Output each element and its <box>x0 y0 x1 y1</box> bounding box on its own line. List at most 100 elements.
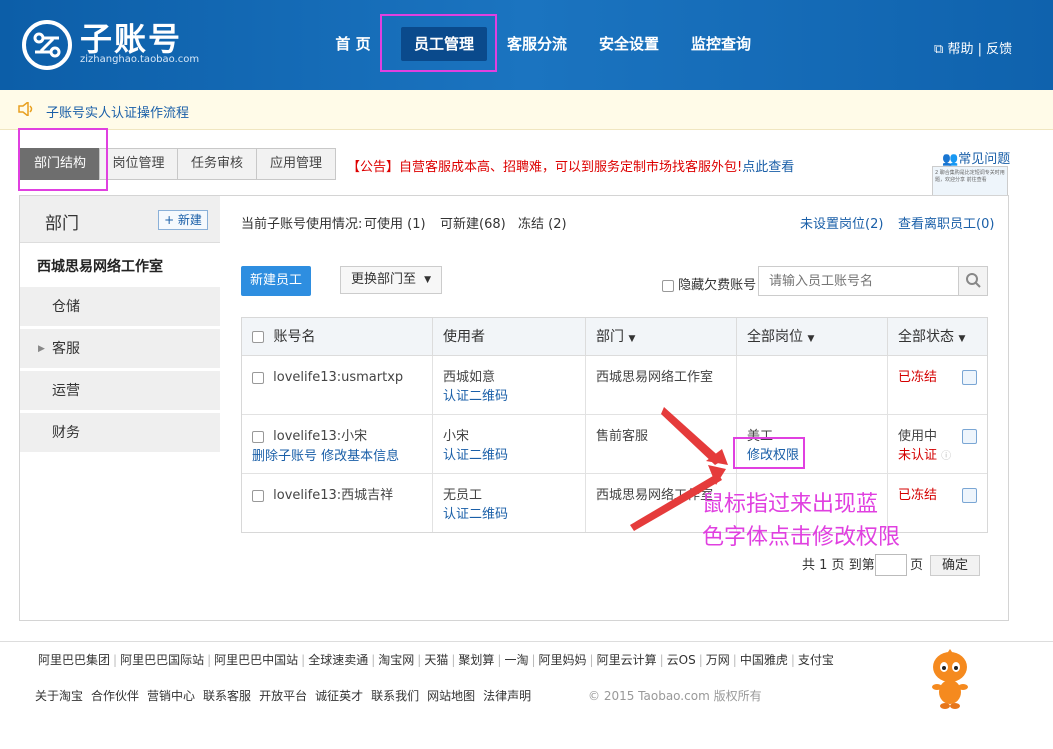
help-link[interactable]: 帮助 <box>947 42 973 57</box>
speaker-icon <box>18 102 33 116</box>
footer-link[interactable]: 中国雅虎 <box>737 653 791 667</box>
department-item-label: 客服 <box>52 341 80 357</box>
department-item-customer-service[interactable]: ▶ 客服 <box>20 329 220 369</box>
nav-home[interactable]: 首 页 <box>326 27 380 61</box>
footer-link[interactable]: 网站地图 <box>427 689 483 703</box>
cell-account: lovelife13:usmartxp <box>242 356 433 414</box>
caret-down-icon: ▼ <box>807 334 815 344</box>
header-status[interactable]: 全部状态 ▼ <box>888 318 987 356</box>
status-badge: 已冻结 <box>898 488 938 503</box>
tab-position-management[interactable]: 岗位管理 <box>99 148 178 180</box>
highlight-box-nav <box>380 14 497 72</box>
footer-link[interactable]: 阿里巴巴集团 <box>35 653 113 667</box>
header-user: 使用者 <box>433 318 586 356</box>
new-department-button[interactable]: + 新建 <box>158 210 208 230</box>
move-department-label: 更换部门至 <box>351 272 417 287</box>
footer-divider <box>0 641 1053 642</box>
external-link-icon: ⧉ <box>934 42 944 57</box>
footer-link[interactable]: 关于淘宝 <box>35 689 91 703</box>
header-label: 全部岗位 <box>747 329 803 345</box>
footer-link[interactable]: 支付宝 <box>795 653 837 667</box>
faq-link[interactable]: 👥常见问题 <box>942 148 1010 167</box>
row-action-links[interactable]: 删除子账号 修改基本信息 <box>252 447 432 466</box>
select-all-checkbox[interactable] <box>252 331 264 343</box>
footer-link[interactable]: 合作伙伴 <box>91 689 147 703</box>
pager-confirm-button[interactable]: 确定 <box>930 555 980 576</box>
footer-link[interactable]: 云OS <box>664 653 699 667</box>
notice-bar: 子账号实人认证操作流程 <box>0 90 1053 130</box>
cell-status: 已冻结 <box>888 474 987 532</box>
department-item-storage[interactable]: 仓储 <box>20 287 220 327</box>
pause-icon[interactable] <box>962 429 977 444</box>
help-links: ⧉ 帮助 | 反馈 <box>934 38 1012 57</box>
table-row: lovelife13:小宋 删除子账号 修改基本信息 小宋 认证二维码 售前客服… <box>242 415 987 474</box>
hide-arrears-toggle[interactable]: 隐藏欠费账号 <box>662 274 756 293</box>
faq-thumbnail[interactable]: 2 聊合集购是比定短调专关时用题，欢迎分享 前往查看 <box>932 166 1008 196</box>
department-root[interactable]: 西城思易网络工作室 <box>37 256 163 276</box>
footer-link[interactable]: 天猫 <box>421 653 451 667</box>
qr-code-link[interactable]: 认证二维码 <box>443 505 585 524</box>
feedback-link[interactable]: 反馈 <box>986 42 1012 57</box>
notice-link[interactable]: 子账号实人认证操作流程 <box>46 102 189 121</box>
account-name: lovelife13:小宋 <box>273 429 368 444</box>
row-checkbox[interactable] <box>252 430 264 443</box>
footer-link[interactable]: 开放平台 <box>259 689 315 703</box>
hide-arrears-label: 隐藏欠费账号 <box>678 278 757 293</box>
caret-down-icon: ▼ <box>628 334 636 344</box>
info-icon[interactable]: ⓘ <box>941 451 951 462</box>
top-header: 子账号 zizhanghao.taobao.com 首 页 员工管理 客服分流 … <box>0 0 1053 90</box>
move-department-dropdown[interactable]: 更换部门至 ▼ <box>340 266 442 294</box>
footer-link[interactable]: 营销中心 <box>147 689 203 703</box>
logo-subtitle: zizhanghao.taobao.com <box>80 54 200 65</box>
search-input[interactable] <box>759 267 959 295</box>
footer-link[interactable]: 阿里巴巴国际站 <box>117 653 207 667</box>
footer-link[interactable]: 淘宝网 <box>375 653 417 667</box>
header-department[interactable]: 部门 ▼ <box>586 318 737 356</box>
unset-position-link[interactable]: 未设置岗位(2) <box>800 213 883 232</box>
announcement-link[interactable]: 点此查看 <box>742 160 794 175</box>
new-employee-button[interactable]: 新建员工 <box>241 266 311 296</box>
footer-link[interactable]: 联系我们 <box>371 689 427 703</box>
nav-customer-service-routing[interactable]: 客服分流 <box>500 27 574 61</box>
nav-security-settings[interactable]: 安全设置 <box>592 27 666 61</box>
qr-code-link[interactable]: 认证二维码 <box>443 387 585 406</box>
footer-separator: | <box>531 653 536 667</box>
footer-link[interactable]: 一淘 <box>501 653 531 667</box>
footer-link[interactable]: 聚划算 <box>455 653 497 667</box>
user-name: 西城如意 <box>443 370 496 385</box>
user-name: 小宋 <box>443 429 470 444</box>
department-item-finance[interactable]: 财务 <box>20 413 220 453</box>
hide-arrears-checkbox[interactable] <box>662 279 674 292</box>
footer-link[interactable]: 阿里云计算 <box>594 653 660 667</box>
footer-link[interactable]: 阿里巴巴中国站 <box>211 653 301 667</box>
resigned-employees-link[interactable]: 查看离职员工(0) <box>898 213 994 232</box>
search-button[interactable] <box>958 267 987 295</box>
header-position[interactable]: 全部岗位 ▼ <box>737 318 888 356</box>
status-badge: 已冻结 <box>898 370 938 385</box>
footer-link[interactable]: 法律声明 <box>483 689 539 703</box>
row-checkbox[interactable] <box>252 489 264 502</box>
account-name: lovelife13:西城吉祥 <box>273 488 394 503</box>
expand-arrow-icon[interactable]: ▶ <box>38 329 45 369</box>
department-item-operations[interactable]: 运营 <box>20 371 220 411</box>
tab-task-review[interactable]: 任务审核 <box>177 148 257 180</box>
pager-unit: 页 <box>910 558 924 573</box>
nav-monitor-query[interactable]: 监控查询 <box>684 27 758 61</box>
row-checkbox[interactable] <box>252 371 264 384</box>
announcement-tag: 【公告】 <box>347 160 400 175</box>
tab-app-management[interactable]: 应用管理 <box>256 148 336 180</box>
footer-link[interactable]: 阿里妈妈 <box>536 653 590 667</box>
unlock-icon[interactable] <box>962 370 977 385</box>
footer-link[interactable]: 万网 <box>703 653 733 667</box>
cell-account: lovelife13:西城吉祥 <box>242 474 433 532</box>
qr-code-link[interactable]: 认证二维码 <box>443 446 585 465</box>
footer-link[interactable]: 诚征英才 <box>315 689 371 703</box>
highlight-box-tab <box>18 128 108 191</box>
pager-total: 共 1 页 <box>802 558 845 573</box>
footer-link[interactable]: 联系客服 <box>203 689 259 703</box>
footer-link[interactable]: 全球速卖通 <box>305 653 371 667</box>
page-number-input[interactable] <box>875 554 907 576</box>
search-icon <box>966 273 981 288</box>
unlock-icon[interactable] <box>962 488 977 503</box>
caret-down-icon: ▼ <box>958 334 966 344</box>
